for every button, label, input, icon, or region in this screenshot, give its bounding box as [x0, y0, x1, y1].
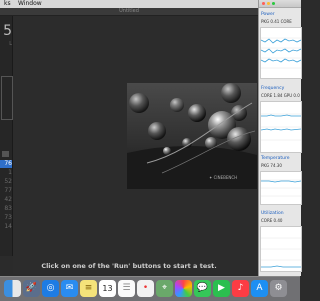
- power-graph: [260, 27, 302, 79]
- window-title: Untitled: [119, 8, 139, 14]
- sidebar-box: [1, 76, 13, 120]
- photos-icon[interactable]: [175, 280, 192, 297]
- frequency-readout: CORE 1.84 GPU 0.0: [261, 93, 300, 98]
- menu-item-prev[interactable]: ks: [4, 0, 11, 8]
- music-icon[interactable]: ♪: [232, 280, 249, 297]
- menu-item-window[interactable]: Window: [18, 0, 42, 8]
- sidebar: 5 L 76 1 52 77 42 83 73 14: [0, 16, 13, 256]
- sidebar-item[interactable]: 14: [0, 223, 12, 231]
- svg-text:✦ CINEBENCH: ✦ CINEBENCH: [209, 175, 237, 180]
- facetime-icon[interactable]: ▶: [213, 280, 230, 297]
- temperature-readout: PKG 74.30: [261, 163, 282, 168]
- render-preview-image: ✦ CINEBENCH: [127, 83, 257, 189]
- finder-icon[interactable]: [4, 280, 21, 297]
- close-icon[interactable]: [262, 2, 265, 5]
- sidebar-item-selected[interactable]: 76: [0, 160, 12, 168]
- power-title: Power: [261, 12, 275, 17]
- sidebar-item[interactable]: 1: [0, 169, 12, 177]
- frequency-graph: [260, 101, 302, 153]
- sidebar-item[interactable]: 42: [0, 196, 12, 204]
- calendar-icon[interactable]: 13: [99, 280, 116, 297]
- sidebar-big-digit: 5: [3, 23, 12, 39]
- zoom-icon[interactable]: [272, 2, 275, 5]
- notes-icon[interactable]: ≡: [80, 280, 97, 297]
- utilization-graph: [260, 226, 302, 272]
- mail-icon[interactable]: ✉: [61, 280, 78, 297]
- panel-titlebar: [259, 0, 301, 8]
- utilization-readout: CORE 0.40: [261, 218, 283, 223]
- power-readout: PKG 0.41 CORE: [261, 19, 292, 24]
- maps-icon[interactable]: ⌖: [156, 280, 173, 297]
- sidebar-small-label: L: [9, 41, 12, 47]
- temperature-graph: [260, 171, 302, 205]
- sidebar-item[interactable]: 52: [0, 178, 12, 186]
- reminders-icon[interactable]: ☰: [118, 280, 135, 297]
- status-message: Click on one of the 'Run' buttons to sta…: [41, 262, 217, 270]
- utilization-title: Utilization: [261, 211, 284, 216]
- dock: 🚀 ◎ ✉ ≡ 13 ☰ • ⌖ 💬 ▶ ♪ A ⚙: [0, 276, 300, 301]
- safari-icon[interactable]: ◎: [42, 280, 59, 297]
- app-store-icon[interactable]: A: [251, 280, 268, 297]
- minimize-icon[interactable]: [267, 2, 270, 5]
- reminders-list-icon[interactable]: •: [137, 280, 154, 297]
- app-titlebar: Untitled: [0, 8, 258, 16]
- launchpad-icon[interactable]: 🚀: [23, 280, 40, 297]
- frequency-title: Frequency: [261, 86, 285, 91]
- sidebar-icon[interactable]: [2, 151, 9, 157]
- sidebar-item[interactable]: 77: [0, 187, 12, 195]
- sidebar-item[interactable]: 73: [0, 214, 12, 222]
- power-gadget-panel: Power PKG 0.41 CORE Frequency CORE 1.84 …: [258, 0, 302, 276]
- temperature-title: Temperature: [261, 156, 290, 161]
- settings-icon[interactable]: ⚙: [270, 280, 287, 297]
- messages-icon[interactable]: 💬: [194, 280, 211, 297]
- sidebar-item[interactable]: 83: [0, 205, 12, 213]
